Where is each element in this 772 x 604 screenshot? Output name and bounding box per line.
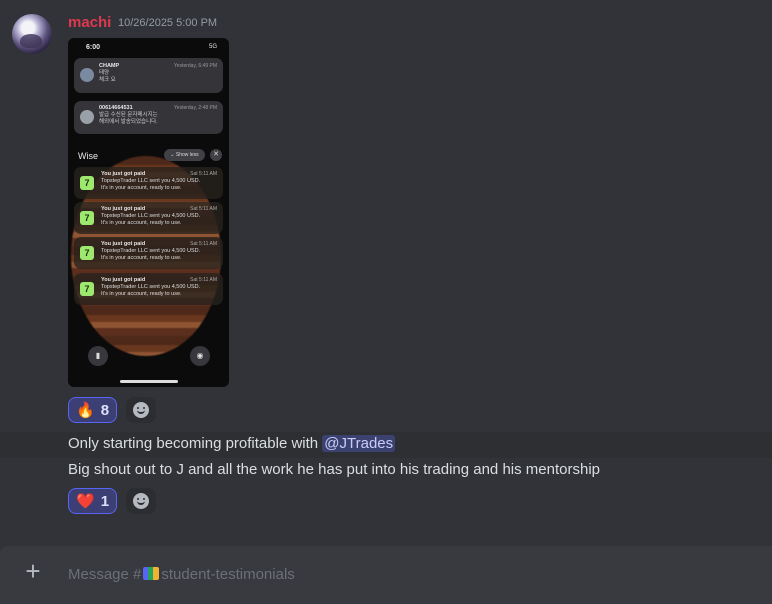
wise-notification: 7 You just got paid TopstepTrader LLC se…: [74, 273, 223, 305]
attached-screenshot[interactable]: 6:00 5G CHAMP 태양 체크 요 Yesterday, 6:49 PM…: [68, 38, 229, 387]
user-mention[interactable]: @JTrades: [322, 435, 396, 452]
wise-line: It's in your account, ready to use.: [101, 220, 182, 226]
channel-name: student-testimonials: [161, 566, 295, 583]
reaction-count: 1: [100, 492, 110, 510]
wise-notification: 7 You just got paid TopstepTrader LLC se…: [74, 167, 223, 199]
user-avatar[interactable]: [12, 14, 52, 54]
notification-group-title: Wise: [78, 151, 98, 161]
wise-notification: 7 You just got paid TopstepTrader LLC se…: [74, 237, 223, 269]
flashlight-icon: ▮: [88, 346, 108, 366]
wise-title: You just got paid: [101, 171, 146, 177]
wise-logo-icon: 7: [80, 211, 94, 225]
close-icon: ✕: [210, 149, 222, 161]
contact-avatar-icon: [80, 110, 94, 124]
notification-sender: CHAMP: [99, 63, 120, 69]
wise-logo-icon: 7: [80, 282, 94, 296]
wise-logo-icon: 7: [80, 176, 94, 190]
notification-card: CHAMP 태양 체크 요 Yesterday, 6:49 PM: [74, 58, 223, 93]
notification-time: Yesterday, 6:49 PM: [173, 63, 217, 69]
wise-logo-icon: 7: [80, 246, 94, 260]
phone-status-time: 6:00: [86, 44, 101, 51]
wise-time: Sat 5:11 AM: [190, 277, 217, 283]
message-text-line: Big shout out to J and all the work he h…: [68, 461, 600, 478]
wise-title: You just got paid: [101, 206, 146, 212]
phone-status-network: 5G: [208, 44, 217, 50]
reaction-heart[interactable]: ❤️ 1: [68, 488, 118, 514]
message-timestamp: 10/26/2025 5:00 PM: [118, 17, 218, 29]
message-input[interactable]: Message # student-testimonials: [68, 566, 295, 583]
books-emoji-icon: [143, 567, 160, 580]
placeholder-prefix: Message #: [68, 566, 142, 583]
smiley-icon: [133, 493, 149, 509]
wise-line: It's in your account, ready to use.: [101, 185, 182, 191]
fire-emoji-icon: 🔥: [76, 402, 95, 419]
notification-line: 태양: [99, 70, 110, 76]
show-less-button: ⌄ Show less: [164, 149, 205, 161]
contact-avatar-icon: [80, 68, 94, 82]
wise-line: TopstepTrader LLC sent you 4,500 USD.: [101, 248, 201, 254]
wise-line: It's in your account, ready to use.: [101, 291, 182, 297]
smiley-icon: [133, 402, 149, 418]
message-composer[interactable]: + Message # student-testimonials: [0, 546, 772, 604]
wise-line: TopstepTrader LLC sent you 4,500 USD.: [101, 178, 201, 184]
wise-time: Sat 5:11 AM: [190, 241, 217, 247]
message-author[interactable]: machi: [68, 14, 111, 31]
wise-line: TopstepTrader LLC sent you 4,500 USD.: [101, 213, 201, 219]
home-indicator: [120, 380, 178, 383]
notification-line: 체크 요: [99, 77, 116, 83]
camera-icon: ◉: [190, 346, 210, 366]
heart-emoji-icon: ❤️: [76, 493, 95, 510]
wise-time: Sat 5:11 AM: [190, 206, 217, 212]
wise-notification: 7 You just got paid TopstepTrader LLC se…: [74, 202, 223, 234]
notification-card: 00614664531 발급 수신된 문자메시지는 해외에서 발송되었습니다. …: [74, 101, 223, 134]
notification-line: 해외에서 발송되었습니다.: [99, 119, 158, 125]
notification-line: 발급 수신된 문자메시지는: [99, 112, 158, 118]
message-text: Only starting becoming profitable with: [68, 435, 323, 452]
wise-title: You just got paid: [101, 277, 146, 283]
notification-sender: 00614664531: [99, 105, 133, 111]
show-less-label: Show less: [175, 152, 199, 158]
wise-time: Sat 5:11 AM: [190, 171, 217, 177]
wise-line: TopstepTrader LLC sent you 4,500 USD.: [101, 284, 201, 290]
wise-line: It's in your account, ready to use.: [101, 255, 182, 261]
add-reaction-button[interactable]: [126, 488, 156, 514]
wise-title: You just got paid: [101, 241, 146, 247]
reaction-fire[interactable]: 🔥 8: [68, 397, 118, 423]
add-reaction-button[interactable]: [126, 397, 156, 423]
plus-icon[interactable]: +: [20, 558, 46, 584]
notification-time: Yesterday, 2:48 PM: [173, 105, 217, 111]
message-text-line: Only starting becoming profitable with @…: [68, 435, 396, 452]
reaction-count: 8: [100, 401, 110, 419]
